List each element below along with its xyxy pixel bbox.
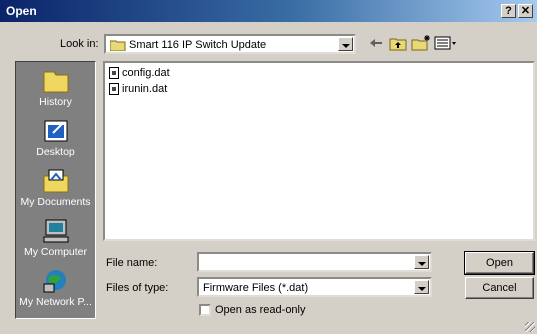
- close-button[interactable]: ✕: [518, 4, 533, 18]
- file-name-dropdown-arrow[interactable]: [414, 255, 429, 269]
- files-of-type-dropdown[interactable]: Firmware Files (*.dat): [197, 277, 432, 297]
- read-only-checkbox[interactable]: [199, 304, 211, 316]
- place-desktop[interactable]: Desktop: [16, 118, 95, 158]
- new-folder-icon[interactable]: [411, 34, 431, 52]
- cancel-button[interactable]: Cancel: [465, 277, 534, 299]
- file-list[interactable]: config.dat irunin.dat: [103, 61, 535, 241]
- my-network-icon: [43, 270, 66, 293]
- place-label: My Documents: [20, 196, 91, 208]
- place-label: Desktop: [36, 146, 75, 158]
- history-icon: [43, 71, 68, 93]
- file-name: config.dat: [122, 67, 170, 79]
- look-in-dropdown[interactable]: Smart 116 IP Switch Update: [104, 34, 356, 54]
- up-folder-icon[interactable]: [389, 34, 407, 52]
- look-in-value: Smart 116 IP Switch Update: [129, 39, 267, 51]
- place-my-network[interactable]: My Network P...: [16, 268, 95, 308]
- desktop-icon: [44, 120, 67, 142]
- open-dialog: Open ? ✕ Look in: Smart 116 IP Switch Up…: [0, 0, 537, 334]
- files-of-type-dropdown-arrow[interactable]: [414, 280, 429, 294]
- file-icon: [109, 83, 119, 96]
- my-documents-icon: [43, 169, 68, 193]
- window-title: Open: [6, 4, 37, 18]
- back-arrow-icon[interactable]: [369, 34, 383, 52]
- my-computer-icon: [43, 219, 68, 243]
- place-label: History: [39, 96, 72, 108]
- file-name-field[interactable]: [197, 252, 432, 272]
- file-item-config[interactable]: config.dat: [109, 67, 170, 81]
- folder-icon: [110, 40, 126, 51]
- file-icon: [109, 67, 119, 80]
- place-my-computer[interactable]: My Computer: [16, 218, 95, 258]
- places-bar: History Desktop My Documents My Computer…: [15, 61, 96, 319]
- title-bar[interactable]: Open ? ✕: [0, 0, 537, 22]
- look-in-label: Look in:: [60, 38, 99, 50]
- place-label: My Network P...: [19, 296, 92, 308]
- file-name: irunin.dat: [122, 83, 168, 95]
- read-only-label: Open as read-only: [215, 304, 306, 316]
- files-of-type-label: Files of type:: [106, 282, 169, 294]
- files-of-type-value: Firmware Files (*.dat): [203, 282, 309, 294]
- help-button[interactable]: ?: [501, 4, 516, 18]
- open-button[interactable]: Open: [464, 251, 535, 275]
- place-label: My Computer: [23, 246, 87, 258]
- view-menu-icon[interactable]: [434, 34, 458, 52]
- file-item-irunin[interactable]: irunin.dat: [109, 83, 167, 97]
- resize-grip[interactable]: [525, 322, 535, 332]
- place-my-documents[interactable]: My Documents: [16, 168, 95, 208]
- look-in-dropdown-arrow[interactable]: [338, 37, 353, 51]
- place-history[interactable]: History: [16, 68, 95, 108]
- file-name-label: File name:: [106, 257, 158, 269]
